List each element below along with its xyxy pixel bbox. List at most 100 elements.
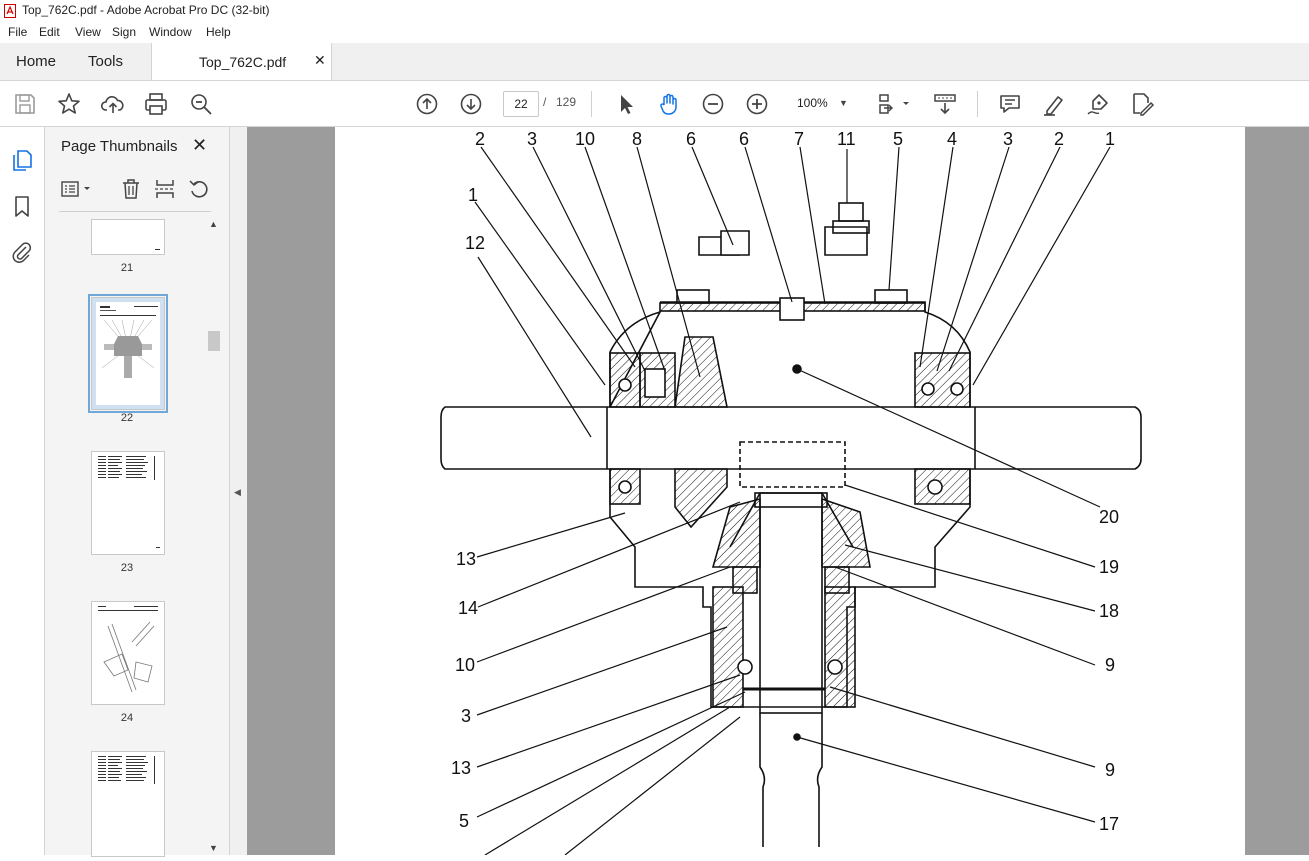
acrobat-pdf-icon — [4, 4, 16, 18]
scroll-down-icon[interactable]: ▼ — [209, 843, 218, 853]
fit-page-icon[interactable] — [876, 91, 912, 117]
page-up-icon[interactable] — [414, 91, 440, 117]
title-bar: Top_762C.pdf - Adobe Acrobat Pro DC (32-… — [0, 0, 1309, 24]
gearbox-exploded-drawing: 2 3 10 8 6 6 7 11 5 4 3 2 1 1 12 13 14 1… — [440, 129, 1142, 855]
callout-label: 3 — [461, 706, 471, 726]
scroll-up-icon[interactable]: ▲ — [209, 219, 218, 229]
callout-label: 2 — [1054, 129, 1064, 149]
page-thumbnail-selected[interactable] — [88, 294, 168, 413]
tab-home[interactable]: Home — [16, 53, 56, 70]
page-down-icon[interactable] — [458, 91, 484, 117]
menu-bar: File Edit View Sign Window Help — [0, 23, 1309, 43]
zoom-value: 100% — [797, 96, 828, 110]
thumbnail-page-number: 21 — [120, 262, 134, 274]
attachment-icon[interactable] — [11, 241, 33, 263]
select-arrow-icon[interactable] — [613, 91, 639, 117]
callout-label: 6 — [686, 129, 696, 149]
highlight-pen-icon[interactable] — [1041, 91, 1067, 117]
callout-label: 6 — [739, 129, 749, 149]
callout-label: 18 — [1099, 601, 1119, 621]
zoom-select[interactable]: 100% ▼ — [787, 91, 853, 115]
callout-label: 10 — [575, 129, 595, 149]
delete-page-icon[interactable] — [119, 177, 143, 201]
sign-pen-icon[interactable] — [1085, 91, 1111, 117]
thumbnail-page-number: 24 — [120, 712, 134, 724]
callout-label: 7 — [794, 129, 804, 149]
scrollbar-thumb[interactable] — [208, 331, 220, 351]
thumbnail-preview — [98, 606, 158, 693]
callout-label: 12 — [465, 233, 485, 253]
tab-bar: Home Tools Top_762C.pdf ✕ — [0, 43, 1309, 81]
menu-edit[interactable]: Edit — [38, 25, 61, 39]
document-tab[interactable]: Top_762C.pdf ✕ — [151, 43, 332, 80]
thumbnail-preview — [98, 456, 160, 548]
document-tab-label: Top_762C.pdf — [199, 54, 287, 70]
callout-label: 9 — [1105, 655, 1115, 675]
pages-icon[interactable] — [11, 149, 33, 171]
toolbar: 22 / 129 100% ▼ — [0, 81, 1309, 127]
menu-window[interactable]: Window — [148, 25, 193, 39]
scroll-mode-icon[interactable] — [932, 91, 958, 117]
callout-label: 1 — [1105, 129, 1115, 149]
document-view[interactable]: 2 3 10 8 6 6 7 11 5 4 3 2 1 1 12 13 14 1… — [247, 127, 1309, 855]
thumbnail-preview — [96, 302, 160, 405]
print-icon[interactable] — [143, 91, 169, 117]
callout-label: 1 — [468, 185, 478, 205]
callout-label: 8 — [632, 129, 642, 149]
star-icon[interactable] — [56, 91, 82, 117]
thumbnail-scrollbar[interactable]: ▲ ▼ — [207, 219, 221, 855]
callout-label: 2 — [475, 129, 485, 149]
zoom-out-icon[interactable] — [700, 91, 726, 117]
toolbar-divider — [977, 91, 978, 117]
page-separator: / — [543, 95, 547, 109]
callout-label: 19 — [1099, 557, 1119, 577]
page-thumbnail[interactable] — [91, 601, 165, 705]
callout-label: 20 — [1099, 507, 1119, 527]
callout-label: 9 — [1105, 760, 1115, 780]
hand-icon[interactable] — [656, 91, 682, 117]
page-thumbnail[interactable] — [91, 751, 165, 857]
page-thumbnail[interactable] — [91, 219, 165, 255]
zoom-in-icon[interactable] — [744, 91, 770, 117]
close-tab-icon[interactable]: ✕ — [314, 52, 326, 69]
left-navigation-rail — [0, 127, 45, 855]
page-total: 129 — [556, 95, 577, 109]
callout-label: 4 — [947, 129, 957, 149]
panel-divider — [59, 211, 211, 212]
menu-file[interactable]: File — [7, 25, 28, 39]
page-thumbnail[interactable] — [91, 451, 165, 555]
callout-label: 3 — [527, 129, 537, 149]
callout-label: 5 — [893, 129, 903, 149]
page-thumbnails-panel: Page Thumbnails ✕ 21 22 23 24 ▲ ▼ — [45, 127, 230, 857]
tab-tools[interactable]: Tools — [88, 53, 123, 70]
thumbnail-preview — [98, 756, 155, 784]
toolbar-divider — [591, 91, 592, 117]
pdf-page: 2 3 10 8 6 6 7 11 5 4 3 2 1 1 12 13 14 1… — [335, 127, 1245, 855]
extract-page-icon[interactable] — [153, 177, 177, 201]
thumbnail-options-icon[interactable] — [59, 177, 95, 201]
callout-label: 11 — [837, 129, 856, 149]
thumbnail-page-number: 23 — [120, 562, 134, 574]
zoom-search-icon[interactable] — [188, 91, 214, 117]
collapse-arrow-icon: ◀ — [234, 487, 241, 497]
comment-icon[interactable] — [997, 91, 1023, 117]
chevron-down-icon: ▼ — [839, 98, 848, 108]
menu-sign[interactable]: Sign — [111, 25, 137, 39]
edit-pdf-icon[interactable] — [1129, 91, 1155, 117]
thumbnail-page-number: 22 — [120, 412, 134, 424]
menu-view[interactable]: View — [74, 25, 102, 39]
panel-collapse-handle[interactable]: ◀ — [230, 127, 247, 855]
close-panel-icon[interactable]: ✕ — [192, 135, 207, 156]
callout-label: 10 — [455, 655, 475, 675]
menu-help[interactable]: Help — [205, 25, 232, 39]
bookmark-icon[interactable] — [11, 195, 33, 217]
callout-label: 17 — [1099, 814, 1119, 834]
page-number-input[interactable]: 22 — [503, 91, 539, 117]
save-icon[interactable] — [12, 91, 38, 117]
window-title: Top_762C.pdf - Adobe Acrobat Pro DC (32-… — [22, 3, 270, 17]
callout-label: 13 — [451, 758, 471, 778]
callout-label: 3 — [1003, 129, 1013, 149]
upload-cloud-icon[interactable] — [100, 91, 126, 117]
rotate-page-icon[interactable] — [187, 177, 211, 201]
callout-label: 13 — [456, 549, 476, 569]
